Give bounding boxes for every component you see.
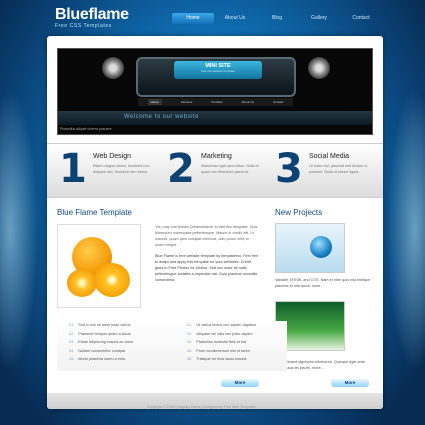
banner-title: MINI SITE bbox=[205, 63, 231, 69]
banner-menu: Home Services Portfolio About Us Contact bbox=[138, 98, 293, 106]
feature-title: Social Media bbox=[309, 153, 350, 160]
list-item[interactable]: 02. Praesent tempus quam a lacus bbox=[69, 330, 179, 339]
banner-menu-portfolio[interactable]: Portfolio bbox=[211, 100, 222, 104]
main-section: Blue Flame Template You may use Adobe Dr… bbox=[57, 208, 258, 308]
nav-blog[interactable]: Blog bbox=[256, 13, 298, 24]
nav-gallery[interactable]: Gallery bbox=[298, 13, 340, 24]
list-item[interactable]: 04. Nullam consectetur volutpat bbox=[69, 347, 179, 356]
feature-number: 3 bbox=[275, 146, 303, 192]
list-left: 01. Sed in nisl sit amet justo varius 02.… bbox=[69, 321, 179, 364]
feature-title: Marketing bbox=[201, 153, 232, 160]
projects-section: New Projects Validate XHTML and CSS. Nam… bbox=[275, 208, 373, 370]
list-item[interactable]: 04. Proin condimentum nisl ut tortor bbox=[187, 347, 297, 356]
features-strip: 1 Web Design Etiam magna metus, hendreri… bbox=[47, 143, 383, 198]
speaker-icon bbox=[308, 57, 330, 79]
site-logo[interactable]: Blueflame Free CSS Templates bbox=[55, 6, 129, 29]
feature-title: Web Design bbox=[93, 153, 132, 160]
feature-text: Etiam magna metus, hendrerit non aliquam… bbox=[93, 164, 150, 174]
list-item[interactable]: 01. Sed in nisl sit amet justo varius bbox=[69, 321, 179, 330]
projects-title: New Projects bbox=[275, 208, 323, 217]
banner-menu-about[interactable]: About Us bbox=[242, 100, 254, 104]
nav-home[interactable]: Home bbox=[172, 13, 214, 24]
banner-menu-services[interactable]: Services bbox=[181, 100, 193, 104]
project-thumbnail[interactable] bbox=[275, 223, 345, 273]
main-intro: You may use Adobe Dreamweaver to edit th… bbox=[155, 225, 258, 247]
more-projects-button[interactable]: More bbox=[331, 379, 369, 387]
link-lists: 01. Sed in nisl sit amet justo varius 02.… bbox=[57, 321, 287, 371]
main-title: Blue Flame Template bbox=[57, 208, 132, 217]
list-item[interactable]: 03. Etiam adipiscing mauris ac tortor bbox=[69, 338, 179, 347]
banner-screen: MINI SITE free css website template bbox=[136, 57, 296, 97]
nav-contact[interactable]: Contact bbox=[340, 13, 382, 24]
speaker-icon bbox=[102, 57, 124, 79]
list-item[interactable]: 05. Tristique mi eros lacus mauris bbox=[187, 355, 297, 364]
site-name: Blueflame bbox=[55, 6, 129, 23]
feature-number: 1 bbox=[59, 146, 87, 192]
feature-number: 2 bbox=[167, 146, 195, 192]
feature-web-design: 1 Web Design Etiam magna metus, hendreri… bbox=[59, 146, 159, 194]
feature-social-media: 3 Social Media Ut tortor nisl, placerat … bbox=[275, 146, 375, 194]
banner-title-box: MINI SITE free css website template bbox=[174, 61, 262, 79]
hero-banner: MINI SITE free css website template Home… bbox=[57, 48, 373, 135]
main-text: You may use Adobe Dreamweaver to edit th… bbox=[155, 224, 259, 288]
feature-text: Ut tortor nisl, placerat sed dictum in, … bbox=[309, 164, 368, 174]
main-body: Blue Flame is free website template by t… bbox=[155, 254, 259, 282]
banner-menu-contact[interactable]: Contact bbox=[273, 100, 283, 104]
banner-quote: Phasellus aliquet viverra posuere. bbox=[60, 127, 113, 131]
footer-copyright: Copyright © 2048 Company Name | Designed… bbox=[147, 405, 256, 409]
feature-marketing: 2 Marketing Maecenas eget arcu tellus. N… bbox=[167, 146, 267, 194]
main-nav: Home About Us Blog Gallery Contact bbox=[172, 13, 382, 24]
banner-menu-home[interactable]: Home bbox=[147, 99, 162, 105]
nav-about-us[interactable]: About Us bbox=[214, 13, 256, 24]
oranges-image bbox=[57, 224, 141, 308]
orange-slice-icon bbox=[67, 269, 97, 297]
content-panel: MINI SITE free css website template Home… bbox=[47, 36, 383, 409]
project-description: Validate XHTML and CSS. Nam et nibh quis… bbox=[275, 278, 371, 288]
list-item[interactable]: 03. Phasellus molestie felis et est bbox=[187, 338, 297, 347]
list-item[interactable]: 02. Aliquam vel odio nec justo sapien bbox=[187, 330, 297, 339]
list-right: 01. Ut varius lectus nec sapien dapibus 0… bbox=[187, 321, 297, 364]
more-button[interactable]: More bbox=[221, 379, 259, 387]
orange-slice-icon bbox=[94, 263, 130, 297]
footer: Copyright © 2048 Company Name | Designed… bbox=[47, 393, 383, 409]
welcome-bar: Welcome to our website bbox=[58, 111, 372, 125]
feature-text: Maecenas eget arcu tellus. Nulla et quam… bbox=[201, 164, 259, 174]
welcome-text: Welcome to our website bbox=[124, 114, 199, 120]
banner-subtitle: free css website template bbox=[201, 69, 235, 73]
list-item[interactable]: 05. Morbi pharetra lorem a eros bbox=[69, 355, 179, 364]
list-item[interactable]: 01. Ut varius lectus nec sapien dapibus bbox=[187, 321, 297, 330]
